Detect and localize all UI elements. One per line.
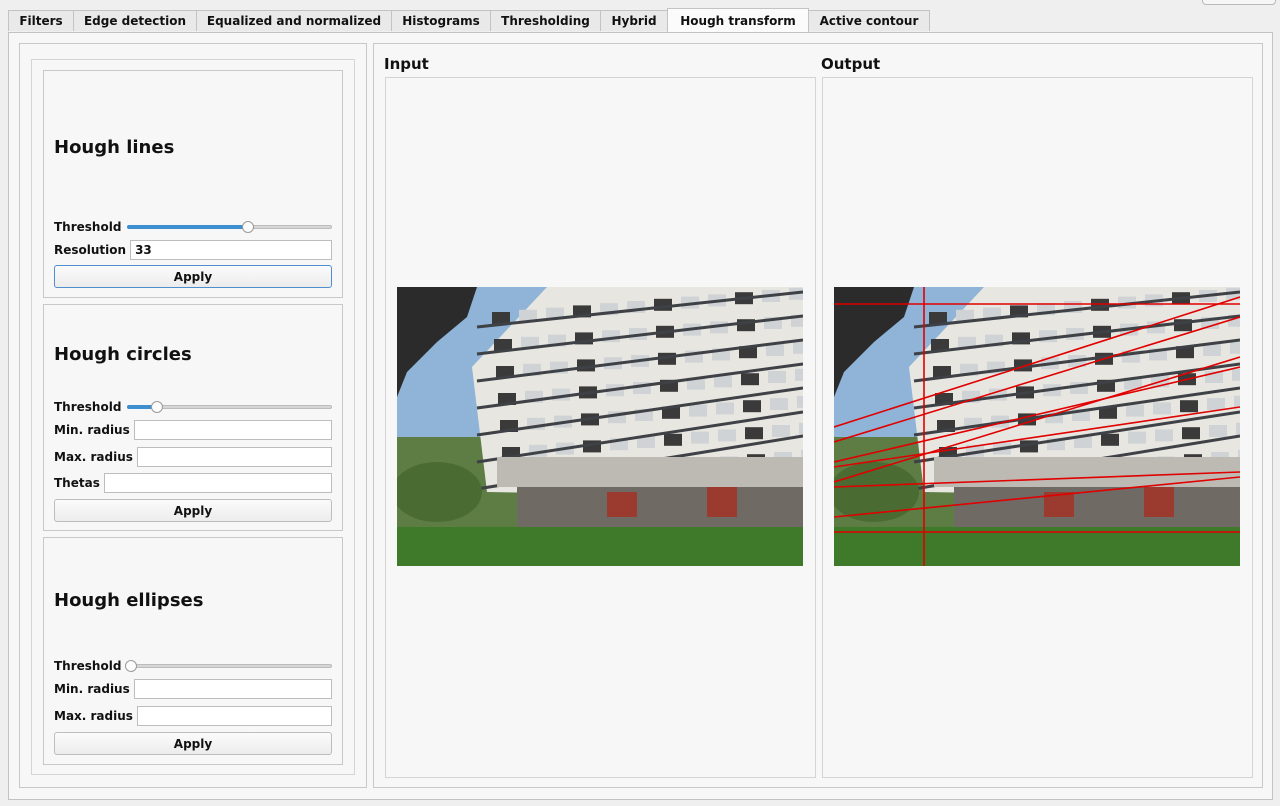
input-image	[397, 287, 803, 566]
max-radius-label: Max. radius	[54, 709, 133, 723]
slider-handle[interactable]	[125, 660, 138, 672]
min-radius-input[interactable]	[133, 420, 332, 440]
hough-circles-thetas-row: Thetas	[54, 472, 332, 494]
threshold-label: Threshold	[54, 400, 122, 414]
slider-handle[interactable]	[150, 401, 163, 413]
hough-circles-threshold-row: Threshold	[54, 396, 332, 418]
tab-hough-transform[interactable]: Hough transform	[667, 8, 809, 32]
window-corner-button[interactable]	[1202, 0, 1276, 5]
hough-ellipses-title: Hough ellipses	[54, 590, 204, 611]
hough-ellipses-max-radius-row: Max. radius	[54, 705, 332, 727]
threshold-label: Threshold	[54, 659, 122, 673]
output-title: Output	[821, 55, 881, 73]
hough-circles-title: Hough circles	[54, 344, 192, 365]
tab-edge-detection[interactable]: Edge detection	[73, 10, 197, 31]
max-radius-input[interactable]	[136, 706, 332, 726]
thetas-input[interactable]	[103, 473, 332, 493]
slider-track	[127, 664, 332, 668]
slider-handle[interactable]	[242, 221, 255, 233]
hough-ellipses-group: Hough ellipses Threshold Min. radius Max…	[43, 537, 343, 765]
hough-ellipses-threshold-slider[interactable]	[125, 659, 332, 673]
hough-ellipses-threshold-row: Threshold	[54, 655, 332, 677]
tab-hybrid[interactable]: Hybrid	[600, 10, 668, 31]
thetas-label: Thetas	[54, 476, 100, 490]
hough-lines-threshold-row: Threshold	[54, 216, 332, 238]
hough-ellipses-min-radius-row: Min. radius	[54, 678, 332, 700]
tab-histograms[interactable]: Histograms	[391, 10, 491, 31]
max-radius-label: Max. radius	[54, 450, 133, 464]
tab-equalized-and-normalized[interactable]: Equalized and normalized	[196, 10, 392, 31]
tab-thresholding[interactable]: Thresholding	[490, 10, 601, 31]
slider-fill	[127, 405, 153, 409]
tab-active-contour[interactable]: Active contour	[808, 10, 930, 31]
hough-lines-apply-button[interactable]: Apply	[54, 265, 332, 288]
resolution-label: Resolution	[54, 243, 127, 257]
hough-ellipses-apply-button[interactable]: Apply	[54, 732, 332, 755]
hough-circles-group: Hough circles Threshold Min. radius Max.…	[43, 304, 343, 531]
hough-circles-apply-button[interactable]: Apply	[54, 499, 332, 522]
hough-lines-resolution-row: Resolution 33	[54, 239, 332, 261]
hough-lines-group: Hough lines Threshold Resolution 33 Appl…	[43, 70, 343, 298]
hough-lines-threshold-slider[interactable]	[125, 220, 332, 234]
hough-circles-max-radius-row: Max. radius	[54, 446, 332, 468]
slider-fill	[127, 225, 245, 229]
input-title: Input	[384, 55, 429, 73]
hough-circles-threshold-slider[interactable]	[125, 400, 332, 414]
threshold-label: Threshold	[54, 220, 122, 234]
tab-bar: Filters Edge detection Equalized and nor…	[8, 8, 930, 33]
tab-filters[interactable]: Filters	[8, 10, 74, 31]
min-radius-input[interactable]	[133, 679, 332, 699]
hough-lines-title: Hough lines	[54, 137, 175, 158]
min-radius-label: Min. radius	[54, 423, 130, 437]
hough-circles-min-radius-row: Min. radius	[54, 419, 332, 441]
min-radius-label: Min. radius	[54, 682, 130, 696]
resolution-input[interactable]: 33	[130, 240, 332, 260]
output-image	[834, 287, 1240, 566]
max-radius-input[interactable]	[136, 447, 332, 467]
